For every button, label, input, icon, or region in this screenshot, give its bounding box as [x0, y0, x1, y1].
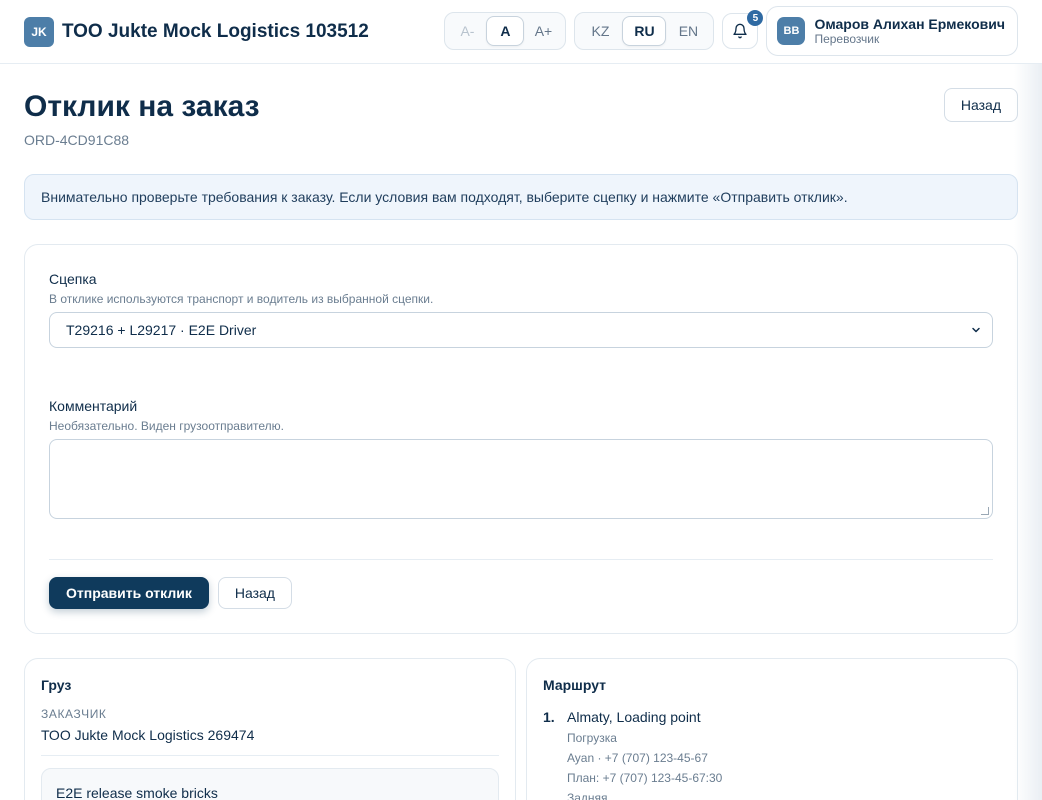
company-name: ТОО Jukte Mock Logistics 103512	[62, 20, 369, 42]
customer-label: ЗАКАЗЧИК	[41, 707, 107, 721]
user-menu[interactable]: ВВ Омаров Алихан Ермекович Перевозчик	[766, 6, 1018, 56]
response-form-card: Сцепка В отклике используются транспорт …	[24, 244, 1018, 634]
route-point-number: 1.	[543, 709, 555, 725]
font-size-switcher: A- A A+	[444, 12, 567, 50]
header-controls: A- A A+ KZ RU EN 5 ВВ Омаров Алихан Ерме…	[444, 6, 1018, 56]
submit-response-button[interactable]: Отправить отклик	[49, 577, 209, 609]
hitch-label: Сцепка	[49, 271, 97, 287]
user-role: Перевозчик	[814, 31, 880, 46]
route-point-type: Погрузка	[567, 731, 617, 745]
language-switcher: KZ RU EN	[574, 12, 715, 50]
lang-ru-button[interactable]: RU	[622, 16, 667, 46]
app-header: JK ТОО Jukte Mock Logistics 103512 A- A …	[0, 0, 1042, 64]
font-decrease-button[interactable]: A-	[448, 16, 486, 46]
route-point-plan: План: +7 (707) 123-45-67:30	[567, 771, 723, 785]
route-point: 1. Almaty, Loading point Погрузка Ayan ·…	[543, 709, 1001, 800]
route-title: Маршрут	[543, 677, 607, 693]
font-normal-button[interactable]: A	[486, 16, 525, 46]
comment-textarea[interactable]	[49, 439, 993, 519]
customer-value: ТОО Jukte Mock Logistics 269474	[41, 727, 255, 743]
route-panel: Маршрут 1. Almaty, Loading point Погрузк…	[526, 658, 1018, 800]
route-point-method: Задняя	[567, 791, 608, 800]
comment-label: Комментарий	[49, 398, 138, 414]
chevron-down-icon	[972, 327, 980, 333]
title-row: Отклик на заказ ORD-4CD91C88 Назад	[24, 64, 1018, 174]
route-point-name: Almaty, Loading point	[567, 709, 701, 725]
details-panels: Груз ЗАКАЗЧИК ТОО Jukte Mock Logistics 2…	[24, 658, 1018, 800]
back-button-top[interactable]: Назад	[943, 88, 1018, 122]
form-actions: Отправить отклик Назад	[49, 577, 993, 609]
brand[interactable]: JK ТОО Jukte Mock Logistics 103512	[24, 16, 369, 47]
avatar: ВВ	[777, 17, 806, 45]
lang-kz-button[interactable]: KZ	[578, 16, 622, 46]
lang-en-button[interactable]: EN	[666, 16, 710, 46]
info-notice: Внимательно проверьте требования к заказ…	[24, 174, 1018, 220]
main-content: Отклик на заказ ORD-4CD91C88 Назад Внима…	[0, 64, 1042, 800]
back-button[interactable]: Назад	[217, 577, 292, 609]
user-name: Омаров Алихан Ермекович	[814, 15, 1005, 32]
cargo-panel: Груз ЗАКАЗЧИК ТОО Jukte Mock Logistics 2…	[24, 658, 516, 800]
form-divider	[49, 559, 993, 560]
notifications-badge: 5	[747, 10, 764, 26]
notifications-button[interactable]: 5	[722, 10, 764, 49]
hitch-select[interactable]: T29216 + L29217 · E2E Driver	[49, 312, 993, 348]
bell-icon	[733, 23, 748, 39]
order-id: ORD-4CD91C88	[24, 132, 130, 148]
hitch-hint: В отклике используются транспорт и водит…	[49, 292, 434, 306]
page-title: Отклик на заказ	[24, 90, 260, 123]
route-point-contact: Ayan · +7 (707) 123-45-67	[567, 751, 708, 765]
hitch-selected-value: T29216 + L29217 · E2E Driver	[66, 322, 257, 338]
company-logo: JK	[24, 16, 54, 47]
comment-hint: Необязательно. Виден грузоотправителю.	[49, 419, 284, 433]
font-increase-button[interactable]: A+	[524, 16, 562, 46]
resize-handle-icon[interactable]	[981, 507, 989, 515]
cargo-title: Груз	[41, 677, 72, 693]
cargo-description: E2E release smoke bricks	[41, 768, 499, 800]
cargo-divider	[41, 755, 499, 756]
